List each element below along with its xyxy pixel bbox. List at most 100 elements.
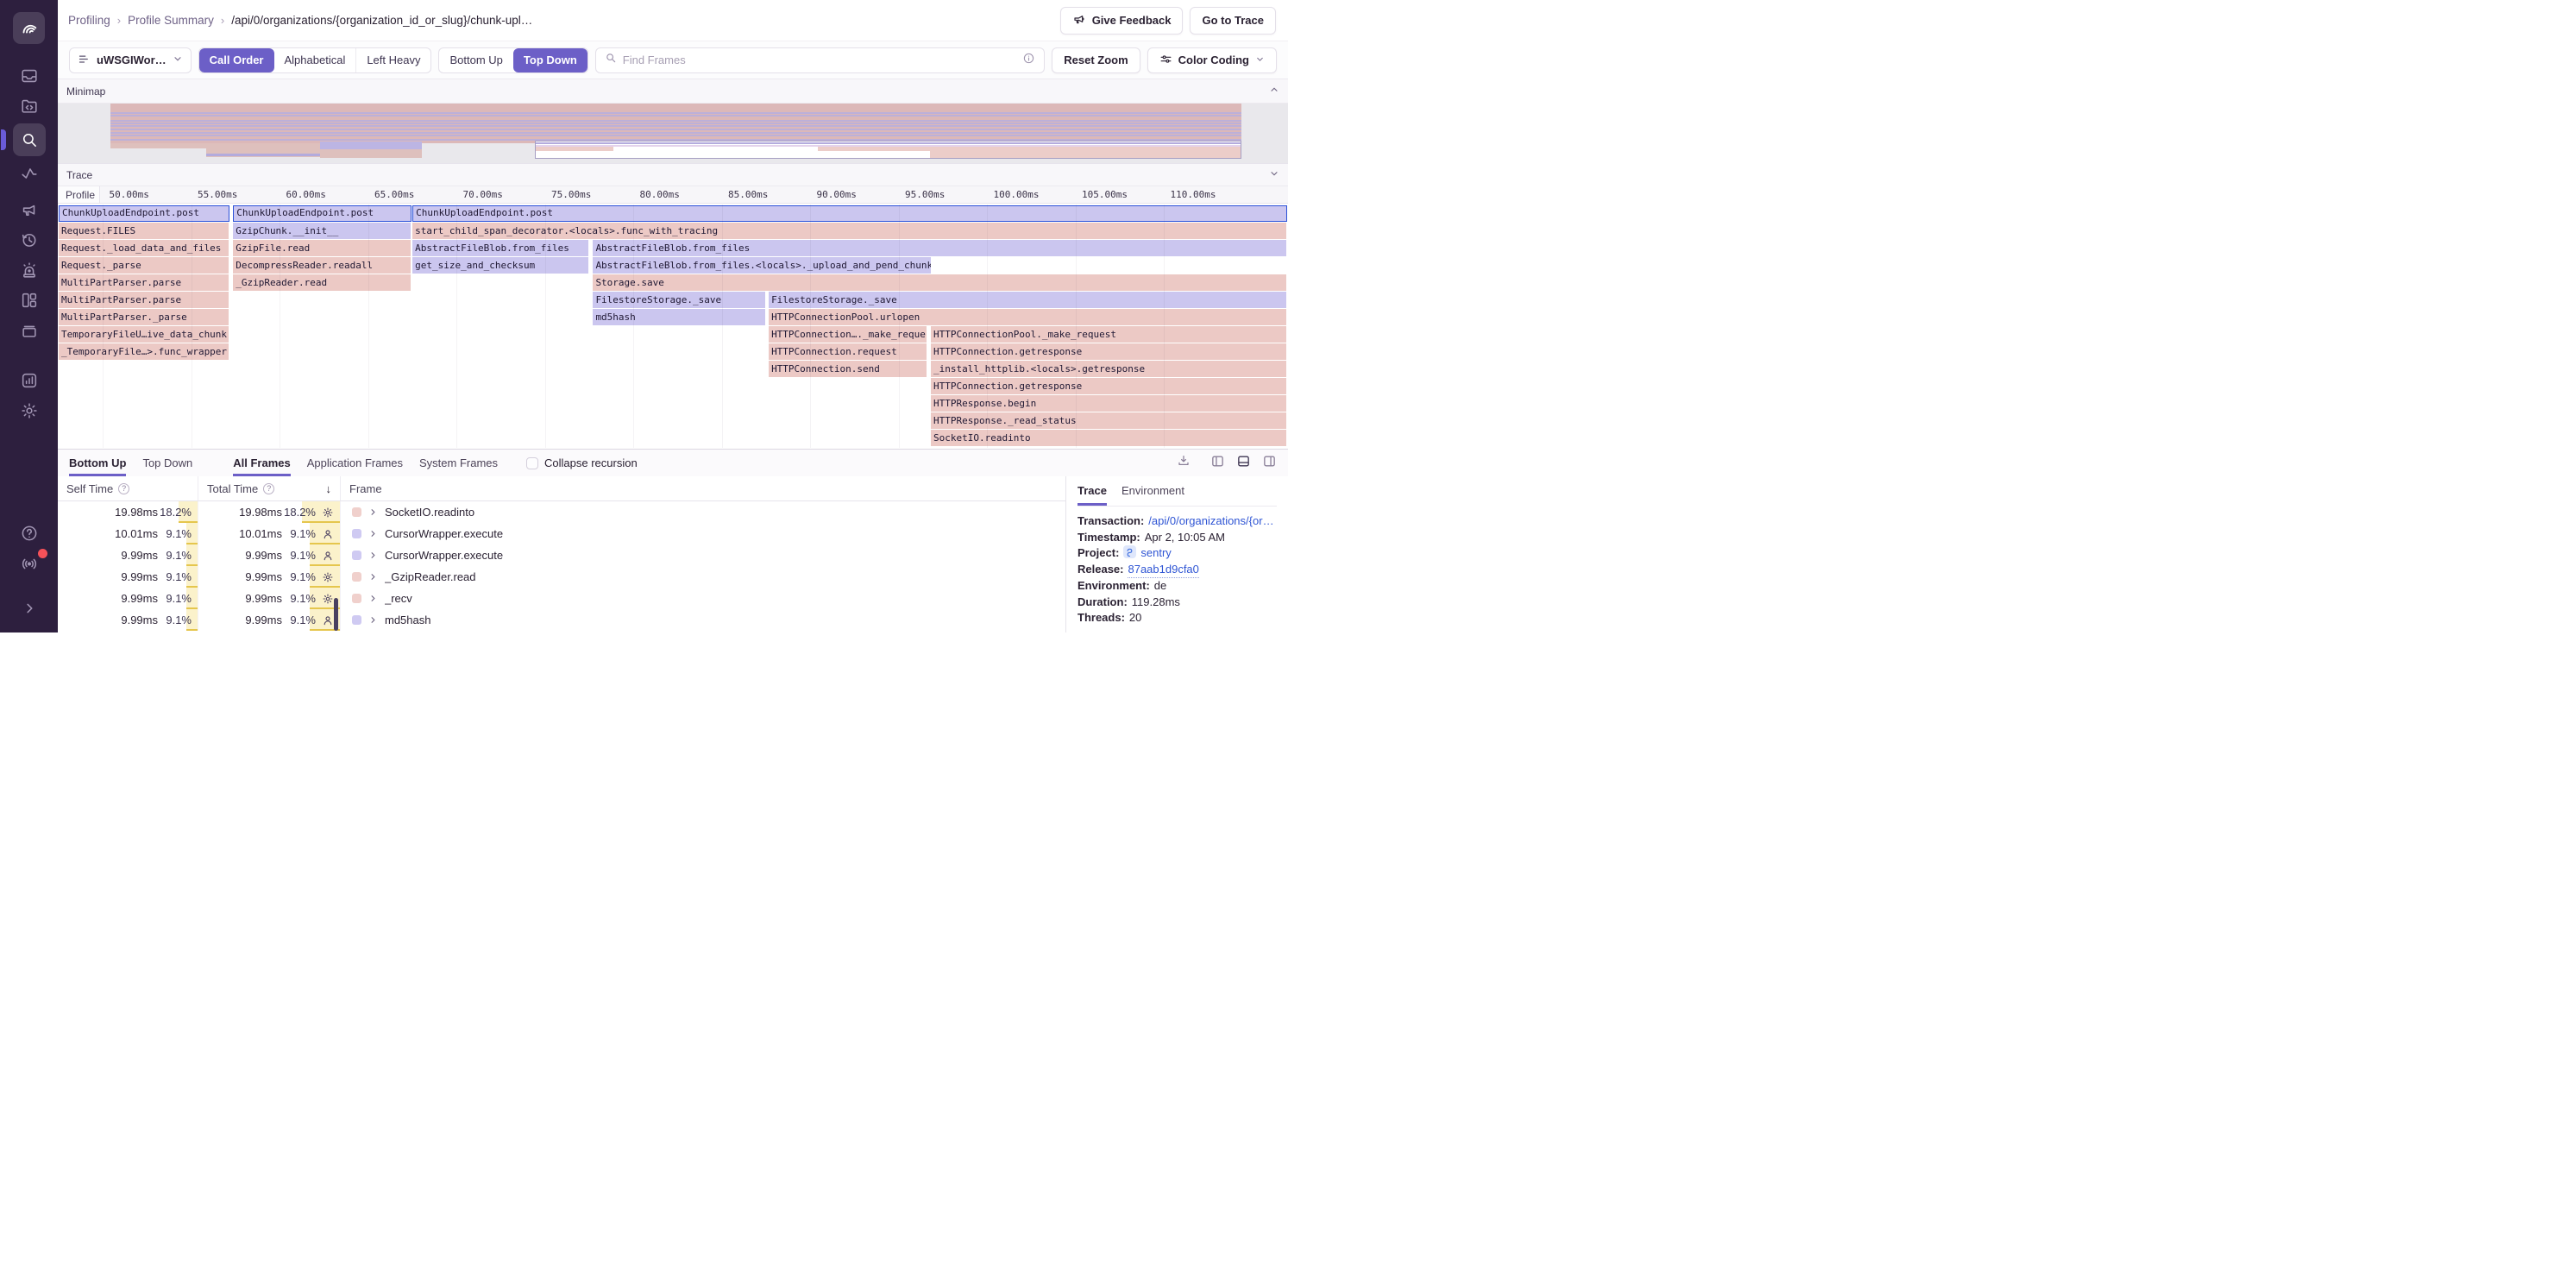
frame-table-row[interactable]: 9.99ms9.1%9.99ms9.1%md5hash — [58, 609, 1065, 631]
flame-frame-bar[interactable]: md5hash — [593, 309, 766, 325]
frame-table-row[interactable]: 9.99ms9.1%9.99ms9.1%_recv — [58, 588, 1065, 609]
flame-frame-bar[interactable]: HTTPConnection.send — [769, 361, 927, 377]
flame-frame-bar[interactable]: AbstractFileBlob.from_files.<locals>._up… — [593, 257, 932, 274]
flame-frame-bar[interactable]: HTTPConnection.request — [769, 343, 927, 360]
project-link[interactable]: sentry — [1140, 545, 1171, 562]
flame-frame-bar[interactable]: AbstractFileBlob.from_files — [593, 240, 1287, 256]
frame-table-row[interactable]: 19.98ms18.2%19.98ms18.2%SocketIO.readint… — [58, 501, 1065, 523]
frame-table-row[interactable]: 9.99ms9.1%9.99ms9.1%CursorWrapper.execut… — [58, 544, 1065, 566]
sidebar-item-whats-new[interactable] — [13, 551, 46, 576]
flame-frame-bar[interactable]: ChunkUploadEndpoint.post — [59, 205, 229, 222]
chevron-down-icon[interactable] — [1269, 168, 1279, 181]
sidebar-item-dashboards[interactable] — [13, 287, 46, 313]
trace-header[interactable]: Trace — [58, 163, 1288, 186]
flame-frame-bar[interactable]: _install_httplib.<locals>.getresponse — [931, 361, 1287, 377]
details-tab-trace[interactable]: Trace — [1078, 484, 1107, 506]
go-to-trace-button[interactable]: Go to Trace — [1190, 7, 1276, 35]
minimap-viewport[interactable] — [535, 141, 1241, 159]
sort-call-order[interactable]: Call Order — [199, 48, 274, 72]
flame-frame-bar[interactable]: FilestoreStorage._save — [593, 292, 766, 308]
tab-top-down[interactable]: Top Down — [142, 450, 192, 476]
flame-frame-bar[interactable]: HTTPConnectionPool.urlopen — [769, 309, 1287, 325]
help-circle-icon[interactable]: ? — [263, 483, 274, 494]
column-self-time[interactable]: Self Time ? — [58, 476, 198, 500]
flame-frame-bar[interactable]: FilestoreStorage._save — [769, 292, 1287, 308]
tab-application-frames[interactable]: Application Frames — [307, 450, 403, 476]
expand-chevron-icon[interactable] — [368, 551, 378, 560]
flame-frame-bar[interactable]: Request._load_data_and_files — [59, 240, 229, 256]
flame-frame-bar[interactable]: get_size_and_checksum — [412, 257, 589, 274]
chevron-up-icon[interactable] — [1269, 85, 1279, 98]
sidebar-item-replays[interactable] — [13, 227, 46, 253]
flame-frame-bar[interactable]: Request.FILES — [59, 223, 229, 239]
sidebar-item-releases[interactable] — [13, 318, 46, 343]
flame-frame-bar[interactable]: HTTPResponse.begin — [931, 395, 1287, 412]
expand-chevron-icon[interactable] — [368, 594, 378, 603]
reset-zoom-button[interactable]: Reset Zoom — [1052, 47, 1140, 73]
flame-frame-bar[interactable]: MultiPartParser._parse — [59, 309, 229, 325]
flame-frame-bar[interactable]: GzipChunk.__init__ — [233, 223, 411, 239]
flame-frame-bar[interactable]: GzipFile.read — [233, 240, 411, 256]
column-frame[interactable]: Frame — [341, 476, 1065, 500]
direction-top-down[interactable]: Top Down — [513, 48, 587, 72]
flame-frame-bar[interactable]: _GzipReader.read — [233, 274, 411, 291]
info-icon[interactable] — [1022, 52, 1035, 69]
frame-table-row[interactable]: 10.01ms9.1%10.01ms9.1%CursorWrapper.exec… — [58, 523, 1065, 544]
direction-bottom-up[interactable]: Bottom Up — [439, 48, 512, 72]
flame-frame-bar[interactable]: AbstractFileBlob.from_files — [412, 240, 589, 256]
flame-frame-bar[interactable]: DecompressReader.readall — [233, 257, 411, 274]
details-tab-environment[interactable]: Environment — [1122, 484, 1184, 506]
tab-bottom-up[interactable]: Bottom Up — [69, 450, 126, 476]
frame-table-row[interactable]: 9.99ms9.1%9.99ms9.1%_GzipReader.read — [58, 566, 1065, 588]
help-circle-icon[interactable]: ? — [118, 483, 129, 494]
sentry-logo[interactable] — [13, 12, 45, 44]
flame-frame-bar[interactable]: Storage.save — [593, 274, 1287, 291]
sort-alphabetical[interactable]: Alphabetical — [274, 48, 356, 72]
minimap-header[interactable]: Minimap — [58, 79, 1288, 104]
thread-selector-dropdown[interactable]: uWSGIWor… — [69, 47, 192, 73]
flamegraph[interactable]: ChunkUploadEndpoint.postChunkUploadEndpo… — [58, 204, 1288, 449]
flame-frame-bar[interactable]: ChunkUploadEndpoint.post — [233, 205, 411, 222]
sidebar-item-settings[interactable] — [13, 398, 46, 424]
flame-frame-bar[interactable]: Request._parse — [59, 257, 229, 274]
find-frames-input[interactable] — [623, 53, 1017, 66]
sidebar-item-issues[interactable] — [13, 63, 46, 89]
breadcrumb-profiling[interactable]: Profiling — [68, 14, 110, 27]
minimap-flame-preview[interactable] — [110, 104, 1241, 159]
sidebar-item-insights[interactable] — [13, 368, 46, 393]
expand-chevron-icon[interactable] — [368, 572, 378, 582]
flame-frame-bar[interactable]: HTTPConnection.getresponse — [931, 343, 1287, 360]
flame-frame-bar[interactable]: start_child_span_decorator.<locals>.func… — [412, 223, 1287, 239]
flame-frame-bar[interactable]: HTTPConnection…._make_request — [769, 326, 927, 343]
color-coding-button[interactable]: Color Coding — [1147, 47, 1277, 73]
sidebar-item-expand[interactable] — [13, 595, 46, 621]
breadcrumb-profile-summary[interactable]: Profile Summary — [128, 14, 214, 27]
layout-right-panel-icon[interactable] — [1262, 454, 1277, 473]
sidebar-item-search[interactable] — [13, 123, 46, 156]
tab-system-frames[interactable]: System Frames — [419, 450, 498, 476]
flame-frame-bar[interactable]: SocketIO.readinto — [931, 430, 1287, 446]
flame-frame-bar[interactable]: MultiPartParser.parse — [59, 292, 229, 308]
flame-frame-bar[interactable]: ChunkUploadEndpoint.post — [412, 205, 1287, 222]
flame-frame-bar[interactable]: TemporaryFileU…ive_data_chunk — [59, 326, 229, 343]
flame-frame-bar[interactable]: MultiPartParser.parse — [59, 274, 229, 291]
sidebar-item-traces[interactable] — [13, 160, 46, 186]
sidebar-item-explore[interactable] — [13, 93, 46, 119]
sidebar-item-feedback[interactable] — [13, 197, 46, 223]
expand-chevron-icon[interactable] — [368, 507, 378, 517]
minimap[interactable] — [58, 104, 1288, 163]
flame-frame-bar[interactable]: HTTPResponse._read_status — [931, 412, 1287, 429]
give-feedback-button[interactable]: Give Feedback — [1060, 7, 1184, 35]
flame-frame-bar[interactable]: _TemporaryFile…>.func_wrapper — [59, 343, 229, 360]
download-icon[interactable] — [1177, 454, 1191, 472]
sidebar-item-help[interactable] — [13, 520, 46, 546]
column-total-time[interactable]: Total Time ? ↓ — [198, 476, 341, 500]
layout-left-panel-icon[interactable] — [1210, 454, 1225, 473]
collapse-recursion-checkbox[interactable] — [526, 457, 538, 469]
detail-field-link[interactable]: 87aab1d9cfa0 — [1128, 562, 1198, 579]
detail-field-link[interactable]: /api/0/organizations/{organ… — [1148, 513, 1277, 530]
flame-frame-bar[interactable]: HTTPConnection.getresponse — [931, 378, 1287, 394]
sort-left-heavy[interactable]: Left Heavy — [355, 48, 430, 72]
sidebar-item-alerts[interactable] — [13, 257, 46, 283]
expand-chevron-icon[interactable] — [368, 615, 378, 625]
